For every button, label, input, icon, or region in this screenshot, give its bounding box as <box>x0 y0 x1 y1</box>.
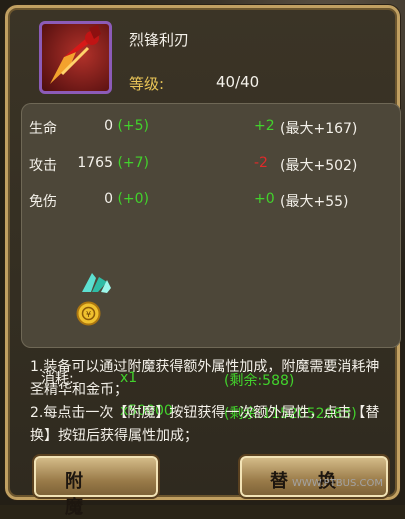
stat-change: +2 <box>254 118 275 134</box>
stat-max: (最大+55) <box>280 194 349 210</box>
stat-base-value: 0 (+5) <box>104 118 149 134</box>
gold-coin-icon: ¥ <box>76 301 101 326</box>
stat-bonus: (+5) <box>117 118 149 134</box>
stat-max: (最大+167) <box>280 121 358 137</box>
item-name: 烈锋利刃 <box>129 31 190 49</box>
stats-box: 生命 0 (+5) +2 (最大+167) 攻击 1765 (+7) -2 (最… <box>21 103 401 422</box>
stat-base-value: 0 (+0) <box>104 191 149 207</box>
enchant-button[interactable]: 附魔 <box>32 454 160 518</box>
stat-row-def: 免伤 0 (+0) +0 (最大+55) <box>21 189 401 211</box>
level-value: 40/40 <box>216 73 260 91</box>
stat-change: -2 <box>254 155 268 171</box>
stat-base: 0 <box>104 191 113 207</box>
stat-base: 0 <box>104 118 113 134</box>
notes: 1.装备可以通过附魔获得额外属性加成，附魔需要消耗神圣精华和金币； 2.每点击一… <box>30 356 390 448</box>
enchant-panel: 烈锋利刃 等级: 40/40 生命 0 (+5) +2 (最大+167) 攻击 … <box>5 5 401 518</box>
replace-button[interactable]: 替换 <box>238 454 390 499</box>
stat-bonus: (+0) <box>117 191 149 207</box>
stat-change: +0 <box>254 191 275 207</box>
note-line: 1.装备可以通过附魔获得额外属性加成，附魔需要消耗神圣精华和金币； <box>30 359 380 398</box>
stat-label: 免伤 <box>29 194 57 210</box>
svg-text:¥: ¥ <box>86 310 91 319</box>
enchant-label: 附魔 <box>65 471 113 518</box>
level-label: 等级: <box>129 75 165 93</box>
stat-row-atk: 攻击 1765 (+7) -2 (最大+502) <box>21 153 401 175</box>
stat-max: (最大+502) <box>280 158 358 174</box>
stat-bonus: (+7) <box>117 155 149 171</box>
stat-base-value: 1765 (+7) <box>77 155 149 171</box>
watermark: WWW.PTBUS.COM <box>291 478 383 489</box>
stat-row-hp: 生命 0 (+5) +2 (最大+167) <box>21 116 401 138</box>
blade-icon <box>50 25 101 84</box>
stat-label: 生命 <box>29 121 57 137</box>
stat-base: 1765 <box>77 155 113 171</box>
stat-label: 攻击 <box>29 158 57 174</box>
note-line: 2.每点击一次【附魔】按钮获得一次额外属性，点击【替换】按钮后获得属性加成； <box>30 405 380 444</box>
crystal-shard-icon <box>82 273 111 293</box>
equipment-icon[interactable] <box>39 21 112 94</box>
